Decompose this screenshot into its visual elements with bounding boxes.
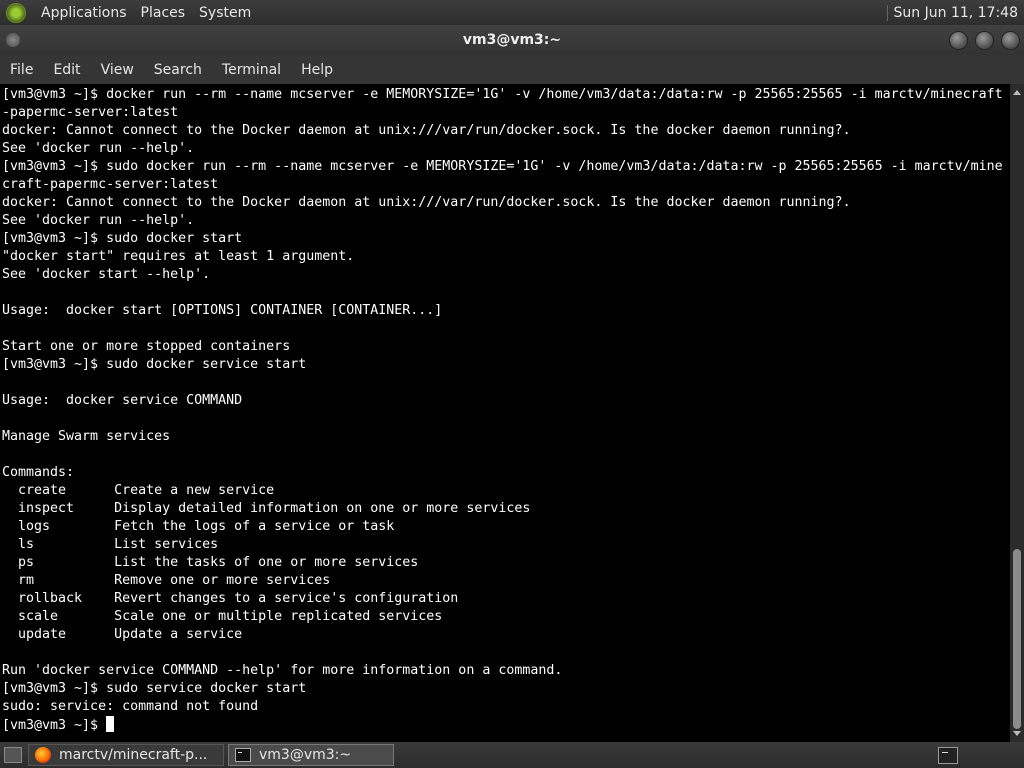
menu-edit[interactable]: Edit [43,62,90,78]
distro-logo-icon[interactable] [6,2,26,23]
terminal-lines: [vm3@vm3 ~]$ docker run --rm --name mcse… [2,86,1003,734]
terminal-line: rollback Revert changes to a service's c… [2,591,459,606]
menu-view[interactable]: View [91,62,144,78]
terminal-line: craft-papermc-server:latest [2,177,219,192]
taskbar-item-label: vm3@vm3:~ [259,747,352,763]
terminal-line: Run 'docker service COMMAND --help' for … [2,663,563,678]
scrollbar-thumb[interactable] [1013,549,1021,729]
terminal-line: See 'docker start --help'. [2,267,211,282]
terminal-line: [vm3@vm3 ~]$ sudo docker service start [2,357,307,372]
terminal-line: [vm3@vm3 ~]$ sudo service docker start [2,681,307,696]
terminal-icon [235,748,251,762]
terminal-line: create Create a new service [2,483,275,498]
firefox-icon [35,747,51,763]
maximize-icon[interactable] [975,31,994,50]
terminal-line: rm Remove one or more services [2,573,331,588]
terminal-line: ls List services [2,537,219,552]
terminal-cursor [106,716,115,732]
terminal-line: inspect Display detailed information on … [2,501,531,516]
scroll-up-arrow-icon[interactable] [1013,90,1021,95]
terminal-output-area[interactable]: [vm3@vm3 ~]$ docker run --rm --name mcse… [0,84,1010,742]
window-titlebar[interactable]: vm3@vm3:~ [0,25,1024,55]
window-menu-icon[interactable] [6,33,20,47]
menu-search[interactable]: Search [144,62,212,78]
panel-menu-places[interactable]: Places [134,5,193,21]
terminal-line: logs Fetch the logs of a service or task [2,519,395,534]
terminal-line: See 'docker run --help'. [2,141,195,156]
terminal-line: Commands: [2,465,75,480]
terminal-line: "docker start" requires at least 1 argum… [2,249,355,264]
terminal-line: sudo: service: command not found [2,699,259,714]
taskbar-item-terminal[interactable]: vm3@vm3:~ [228,744,394,766]
terminal-line: ps List the tasks of one or more service… [2,555,419,570]
terminal-prompt: [vm3@vm3 ~]$ [2,718,107,733]
taskbar-item-firefox[interactable]: marctv/minecraft-p... [28,744,224,766]
panel-menu-system[interactable]: System [192,5,258,21]
workspace-switcher-icon[interactable] [938,747,958,764]
taskbar-item-label: marctv/minecraft-p... [59,747,208,763]
terminal-line: See 'docker run --help'. [2,213,195,228]
terminal-line: [vm3@vm3 ~]$ sudo docker start [2,231,243,246]
terminal-prompt-line[interactable]: [vm3@vm3 ~]$ [2,716,1003,734]
panel-clock[interactable]: Sun Jun 11, 17:48 [894,5,1024,21]
terminal-line: Manage Swarm services [2,429,171,444]
terminal-line: Usage: docker start [OPTIONS] CONTAINER … [2,303,443,318]
terminal-line: Usage: docker service COMMAND [2,393,243,408]
panel-menu-applications[interactable]: Applications [34,5,134,21]
menubar: File Edit View Search Terminal Help [0,55,1024,84]
terminal-line: scale Scale one or multiple replicated s… [2,609,443,624]
terminal-line: docker: Cannot connect to the Docker dae… [2,123,851,138]
menu-file[interactable]: File [0,62,43,78]
menu-terminal[interactable]: Terminal [212,62,291,78]
terminal-line: Start one or more stopped containers [2,339,291,354]
close-icon[interactable] [1001,31,1020,50]
panel-separator [886,4,888,21]
show-desktop-icon[interactable] [4,747,22,763]
terminal-line: [vm3@vm3 ~]$ sudo docker run --rm --name… [2,159,1003,174]
minimize-icon[interactable] [949,31,968,50]
desktop-screen: Applications Places System Sun Jun 11, 1… [0,0,1024,768]
terminal-scrollbar[interactable] [1010,84,1024,742]
terminal-line: [vm3@vm3 ~]$ docker run --rm --name mcse… [2,87,1003,102]
terminal-line: update Update a service [2,627,243,642]
scroll-down-arrow-icon[interactable] [1013,731,1021,736]
top-panel: Applications Places System Sun Jun 11, 1… [0,0,1024,25]
terminal-line: -papermc-server:latest [2,105,179,120]
window-title: vm3@vm3:~ [462,32,562,48]
terminal-line: docker: Cannot connect to the Docker dae… [2,195,851,210]
menu-help[interactable]: Help [291,62,343,78]
bottom-taskbar: marctv/minecraft-p... vm3@vm3:~ [0,742,1024,768]
